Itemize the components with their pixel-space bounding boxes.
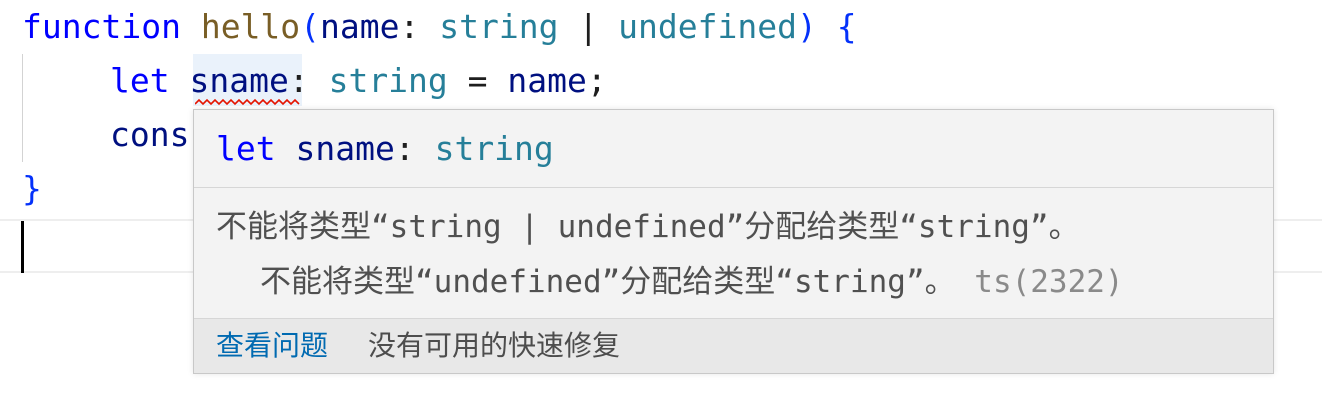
type-string[interactable]: string bbox=[439, 7, 558, 46]
error-message-line1: 不能将类型“string | undefined”分配给类型“string”。 bbox=[216, 209, 1080, 245]
hover-signature: let sname: string bbox=[216, 121, 554, 177]
param-name[interactable]: name bbox=[320, 7, 399, 46]
error-message-line2: 不能将类型“undefined”分配给类型“string”。 bbox=[260, 264, 956, 300]
hover-status-bar: 查看问题 没有可用的快速修复 bbox=[194, 319, 1273, 373]
error-code: ts(2322) bbox=[974, 264, 1124, 300]
brace-open: { bbox=[836, 7, 857, 46]
keyword-function: function bbox=[22, 7, 181, 46]
variable-sname[interactable]: sname bbox=[189, 61, 288, 100]
code-line-3[interactable]: cons bbox=[22, 108, 189, 162]
paren-open: ( bbox=[300, 7, 321, 46]
keyword-const-partial: cons bbox=[110, 115, 190, 154]
code-line-4[interactable]: } bbox=[22, 162, 42, 216]
paren-close: ) bbox=[796, 7, 817, 46]
hover-keyword-let: let bbox=[216, 129, 276, 168]
code-line-2[interactable]: let sname: string = name; bbox=[22, 54, 607, 108]
semicolon: ; bbox=[586, 61, 607, 100]
type-string[interactable]: string bbox=[329, 61, 448, 100]
colon: : bbox=[399, 7, 420, 46]
equals: = bbox=[467, 61, 488, 100]
keyword-let: let bbox=[110, 61, 170, 100]
hover-tooltip[interactable]: let sname: string 不能将类型“string | undefin… bbox=[193, 109, 1274, 374]
no-quick-fix-label: 没有可用的快速修复 bbox=[368, 329, 621, 362]
value-name[interactable]: name bbox=[507, 61, 586, 100]
hover-var-name: sname bbox=[295, 129, 395, 168]
hover-divider bbox=[194, 187, 1273, 188]
brace-close: } bbox=[22, 169, 42, 208]
function-name[interactable]: hello bbox=[201, 7, 300, 46]
union-pipe: | bbox=[578, 7, 599, 46]
colon: : bbox=[288, 61, 309, 100]
text-cursor bbox=[21, 221, 24, 273]
view-problem-link[interactable]: 查看问题 bbox=[216, 319, 328, 373]
code-line-1[interactable]: function hello(name: string | undefined)… bbox=[22, 0, 857, 54]
error-squiggle bbox=[195, 98, 300, 106]
hover-type: string bbox=[434, 129, 554, 168]
hover-colon: : bbox=[394, 129, 415, 168]
type-undefined[interactable]: undefined bbox=[618, 7, 797, 46]
code-editor[interactable]: function hello(name: string | undefined)… bbox=[0, 0, 1322, 406]
hover-error-message: 不能将类型“string | undefined”分配给类型“string”。 … bbox=[216, 200, 1124, 310]
